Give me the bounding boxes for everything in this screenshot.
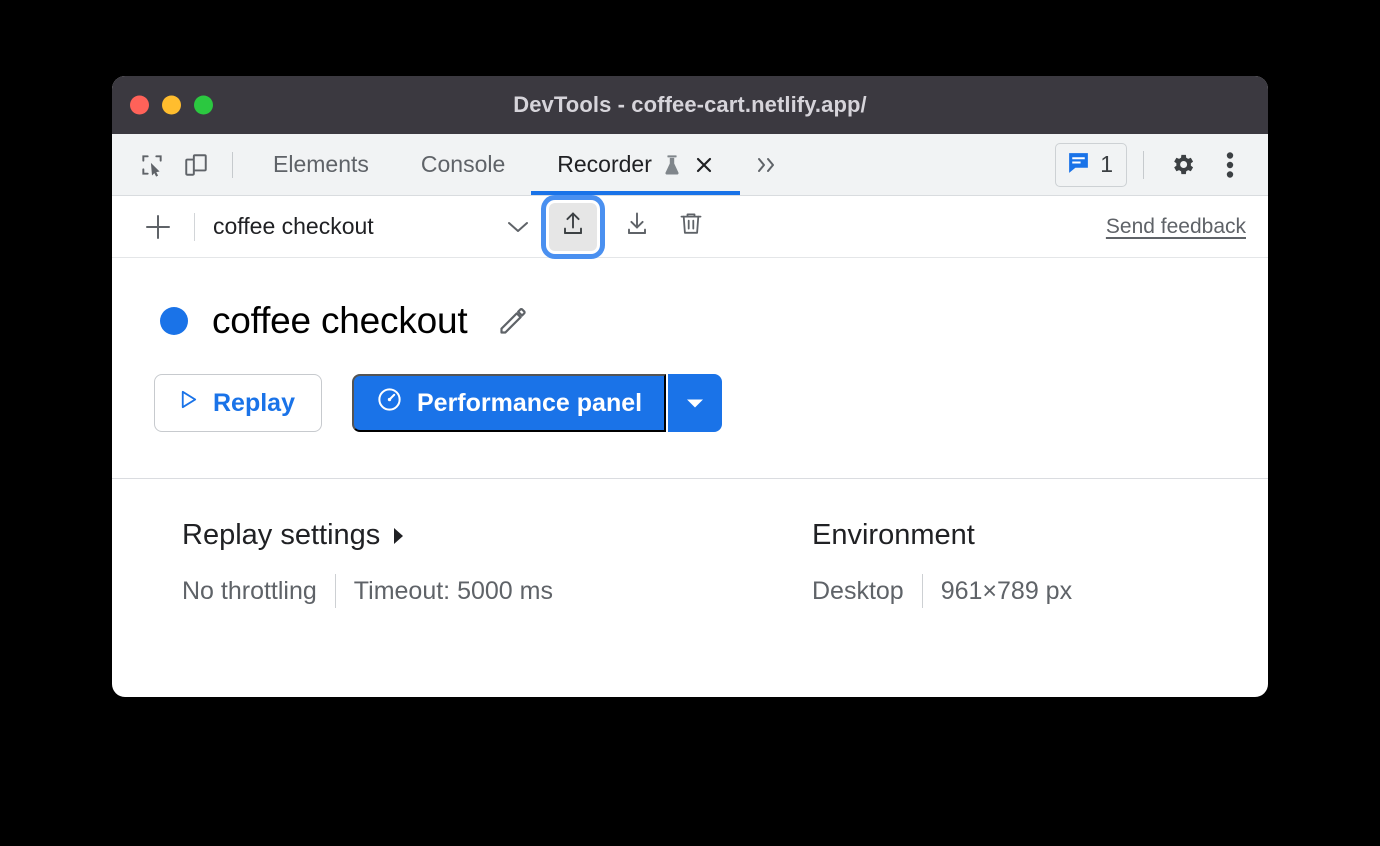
download-icon <box>623 210 651 243</box>
tab-console[interactable]: Console <box>395 134 531 195</box>
tabstrip-divider <box>232 151 233 178</box>
performance-button-group: Performance panel <box>351 374 723 432</box>
device-toolbar-icon[interactable] <box>174 143 218 187</box>
tabstrip-right-controls: 1 <box>1055 142 1268 187</box>
minimize-window-button[interactable] <box>162 95 181 115</box>
delete-recording-button[interactable] <box>667 203 715 251</box>
upload-icon <box>559 210 587 243</box>
throttling-value: No throttling <box>182 576 317 605</box>
replay-settings-toggle[interactable]: Replay settings <box>182 519 812 552</box>
performance-options-caret[interactable] <box>666 374 723 432</box>
send-feedback-link[interactable]: Send feedback <box>1106 215 1246 239</box>
viewport-value: 961×789 px <box>940 576 1073 605</box>
settings-row: Replay settings No throttling Timeout: 5… <box>112 479 1268 608</box>
pencil-icon[interactable] <box>496 305 529 338</box>
close-tab-icon[interactable] <box>694 155 714 175</box>
replay-button-label: Replay <box>213 388 295 417</box>
export-recording-button[interactable] <box>549 202 597 251</box>
gauge-icon <box>376 386 403 420</box>
timeout-value: Timeout: 5000 ms <box>353 576 553 605</box>
issues-button[interactable]: 1 <box>1055 142 1127 187</box>
performance-panel-button[interactable]: Performance panel <box>351 374 667 432</box>
tab-elements[interactable]: Elements <box>247 134 395 195</box>
message-icon <box>1066 150 1091 180</box>
tab-list: Elements Console Recorder <box>247 134 794 195</box>
devtools-tabstrip: Elements Console Recorder 1 <box>112 134 1268 196</box>
maximize-window-button[interactable] <box>194 95 213 115</box>
more-tabs-icon[interactable] <box>740 154 794 176</box>
value-divider <box>921 574 923 608</box>
tab-recorder[interactable]: Recorder <box>531 134 740 195</box>
replay-settings-values: No throttling Timeout: 5000 ms <box>182 574 812 608</box>
flask-icon <box>662 154 682 176</box>
environment-heading: Environment <box>812 519 975 551</box>
value-divider <box>334 574 336 608</box>
window-controls <box>130 95 213 115</box>
replay-settings-column: Replay settings No throttling Timeout: 5… <box>112 519 812 608</box>
import-recording-button[interactable] <box>613 203 661 251</box>
window-title: DevTools - coffee-cart.netlify.app/ <box>513 92 867 117</box>
status-badge <box>160 307 188 335</box>
environment-column: Environment Desktop 961×789 px <box>812 519 1072 608</box>
three-dots-icon[interactable] <box>1208 143 1252 187</box>
plus-icon[interactable] <box>138 207 178 247</box>
tabstrip-right-divider <box>1143 150 1144 179</box>
tab-recorder-label: Recorder <box>557 151 652 177</box>
caret-right-icon <box>392 526 406 546</box>
chevron-down-icon[interactable] <box>501 219 535 235</box>
page-title: coffee checkout <box>212 300 468 341</box>
screen-background: DevTools - coffee-cart.netlify.app/ Elem… <box>0 0 1380 846</box>
performance-panel-label: Performance panel <box>416 388 643 417</box>
device-value: Desktop <box>812 576 904 605</box>
tab-elements-label: Elements <box>273 151 369 177</box>
play-triangle-icon <box>177 388 200 418</box>
tab-console-label: Console <box>420 151 506 177</box>
recorder-main: coffee checkout Replay Performance panel… <box>112 258 1268 608</box>
trash-icon <box>677 210 705 243</box>
action-buttons: Replay Performance panel <box>112 342 1268 432</box>
recording-header: coffee checkout <box>112 258 1268 342</box>
gear-icon[interactable] <box>1160 143 1204 187</box>
recording-selector-label[interactable]: coffee checkout <box>213 213 501 240</box>
environment-values: Desktop 961×789 px <box>812 574 1072 608</box>
window-titlebar: DevTools - coffee-cart.netlify.app/ <box>112 76 1268 134</box>
recorder-toolbar: coffee checkout Send feedback <box>112 196 1268 258</box>
environment-heading-row: Environment <box>812 519 1072 552</box>
issues-count: 1 <box>1100 151 1113 177</box>
replay-settings-heading: Replay settings <box>182 519 381 551</box>
inspect-element-icon[interactable] <box>130 143 174 187</box>
toolbar-divider <box>194 212 195 241</box>
devtools-window: DevTools - coffee-cart.netlify.app/ Elem… <box>112 76 1268 697</box>
replay-button[interactable]: Replay <box>154 374 322 432</box>
close-window-button[interactable] <box>130 95 149 115</box>
